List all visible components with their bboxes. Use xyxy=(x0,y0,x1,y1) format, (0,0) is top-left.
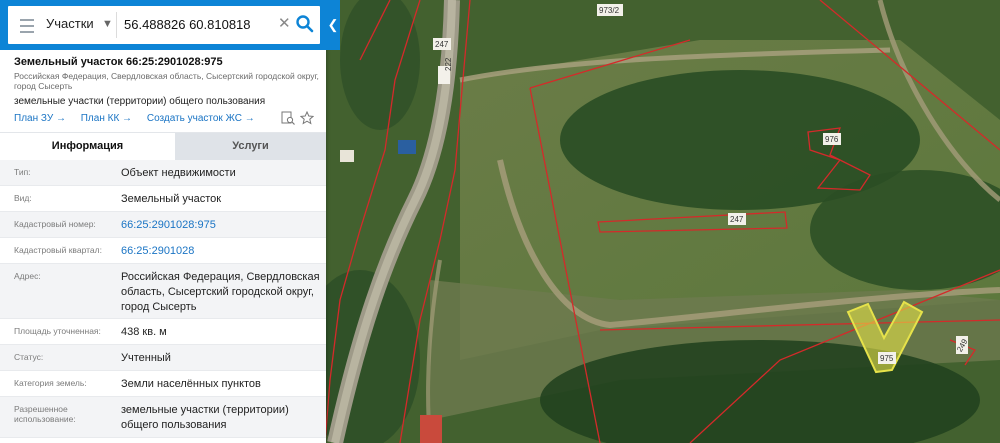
info-label: Тип: xyxy=(14,167,31,177)
map-label-973-2: 973/2 xyxy=(599,6,620,15)
star-icon[interactable] xyxy=(300,111,314,125)
info-row-kind: Вид: Земельный участок xyxy=(0,186,326,212)
tab-information[interactable]: Информация xyxy=(0,133,175,160)
info-panel: Земельный участок 66:25:2901028:975 Росс… xyxy=(0,0,326,443)
tab-bar: Информация Услуги xyxy=(0,132,326,160)
plan-zu-link[interactable]: План ЗУ → xyxy=(14,113,66,124)
cadastral-block-link[interactable]: 66:25:2901028 xyxy=(121,244,321,259)
parcel-address: Российская Федерация, Свердловская облас… xyxy=(14,71,319,91)
info-value: земельные участки (территории) общего по… xyxy=(121,404,289,431)
tab-services[interactable]: Услуги xyxy=(175,133,326,160)
info-value: 438 кв. м xyxy=(121,326,167,338)
info-row-status: Статус: Учтенный xyxy=(0,345,326,371)
building xyxy=(420,415,442,443)
info-row-type: Тип: Объект недвижимости xyxy=(0,160,326,186)
info-row-permitted-use: Разрешенное использование: земельные уча… xyxy=(0,397,326,438)
map-label-976: 976 xyxy=(825,135,839,144)
map-label-975: 975 xyxy=(880,354,894,363)
parcel-links: План ЗУ → План КК → Создать участок ЖС → xyxy=(14,113,267,124)
map-label-222: 222 xyxy=(444,57,453,71)
info-row-land-category: Категория земель: Земли населённых пункт… xyxy=(0,371,326,397)
search-box: Участки ▼ ✕ xyxy=(8,6,320,44)
info-label: Категория земель: xyxy=(14,378,87,388)
info-label: Вид: xyxy=(14,193,32,203)
close-icon[interactable]: ✕ xyxy=(278,14,291,32)
info-label: Адрес: xyxy=(14,271,41,281)
search-icon[interactable] xyxy=(294,12,316,36)
info-table: Тип: Объект недвижимости Вид: Земельный … xyxy=(0,160,326,438)
info-label: Разрешенное использование: xyxy=(14,404,76,424)
info-row-cadastral-number: Кадастровый номер: 66:25:2901028:975 xyxy=(0,212,326,238)
info-label: Статус: xyxy=(14,352,44,362)
info-row-cadastral-block: Кадастровый квартал: 66:25:2901028 xyxy=(0,238,326,264)
create-parcel-link[interactable]: Создать участок ЖС → xyxy=(147,113,255,124)
category-select[interactable]: Участки xyxy=(46,16,94,31)
info-value: Российская Федерация, Свердловская облас… xyxy=(121,271,320,313)
info-label: Площадь уточненная: xyxy=(14,326,101,336)
plan-kk-link[interactable]: План КК → xyxy=(81,113,132,124)
chevron-left-icon[interactable]: ❮ xyxy=(326,0,340,50)
info-row-address: Адрес: Российская Федерация, Свердловска… xyxy=(0,264,326,319)
search-input[interactable] xyxy=(124,14,274,34)
divider xyxy=(116,12,117,38)
chevron-down-icon[interactable]: ▼ xyxy=(102,18,113,30)
info-label: Кадастровый квартал: xyxy=(14,245,102,255)
building xyxy=(340,150,354,162)
info-row-area: Площадь уточненная: 438 кв. м xyxy=(0,319,326,345)
print-search-icon[interactable] xyxy=(281,111,295,125)
search-bar: Участки ▼ ✕ xyxy=(0,0,330,50)
map-label-247-road: 247 xyxy=(435,40,449,49)
parcel-purpose: земельные участки (территории) общего по… xyxy=(14,96,266,107)
info-value: Объект недвижимости xyxy=(121,167,236,179)
info-value: Земли населённых пунктов xyxy=(121,378,261,390)
info-label: Кадастровый номер: xyxy=(14,219,96,229)
info-value: Учтенный xyxy=(121,352,171,364)
cadastral-number-link[interactable]: 66:25:2901028:975 xyxy=(121,218,321,233)
building xyxy=(398,140,416,154)
parcel-title: Земельный участок 66:25:2901028:975 xyxy=(14,56,223,68)
hamburger-icon[interactable] xyxy=(20,19,34,37)
map-label-247: 247 xyxy=(730,215,744,224)
info-value: Земельный участок xyxy=(121,193,222,205)
